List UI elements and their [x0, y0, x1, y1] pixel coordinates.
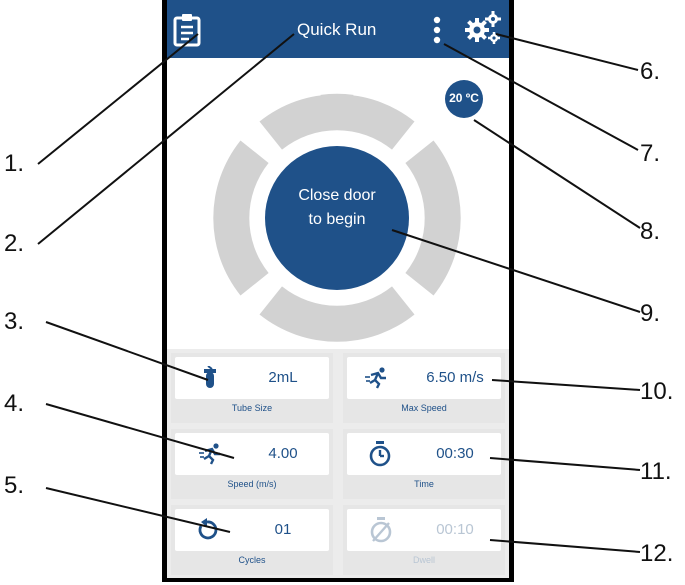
- callout-line-2: [37, 33, 295, 245]
- callout-2: 2.: [4, 230, 25, 257]
- callout-7: 7.: [640, 140, 661, 167]
- callout-3: 3.: [4, 308, 25, 335]
- callout-line-5: [45, 487, 231, 533]
- callout-6: 6.: [640, 58, 661, 85]
- callout-line-6: [495, 33, 639, 71]
- callout-line-8: [473, 119, 641, 229]
- callout-8: 8.: [640, 218, 661, 245]
- callout-10: 10.: [640, 378, 674, 405]
- callout-line-9: [391, 229, 641, 313]
- callout-4: 4.: [4, 390, 25, 417]
- callout-1: 1.: [4, 150, 25, 177]
- callout-line-3: [45, 321, 209, 381]
- callout-line-10: [491, 379, 641, 391]
- callout-lines: [37, 33, 641, 553]
- callout-5: 5.: [4, 472, 25, 499]
- callout-11: 11.: [640, 458, 672, 485]
- callout-12: 12.: [640, 540, 674, 567]
- callout-line-7: [443, 43, 639, 151]
- callout-line-12: [489, 539, 641, 553]
- callout-line-1: [37, 33, 199, 165]
- callout-9: 9.: [640, 300, 661, 327]
- callout-line-4: [45, 403, 235, 459]
- callout-line-11: [489, 457, 641, 471]
